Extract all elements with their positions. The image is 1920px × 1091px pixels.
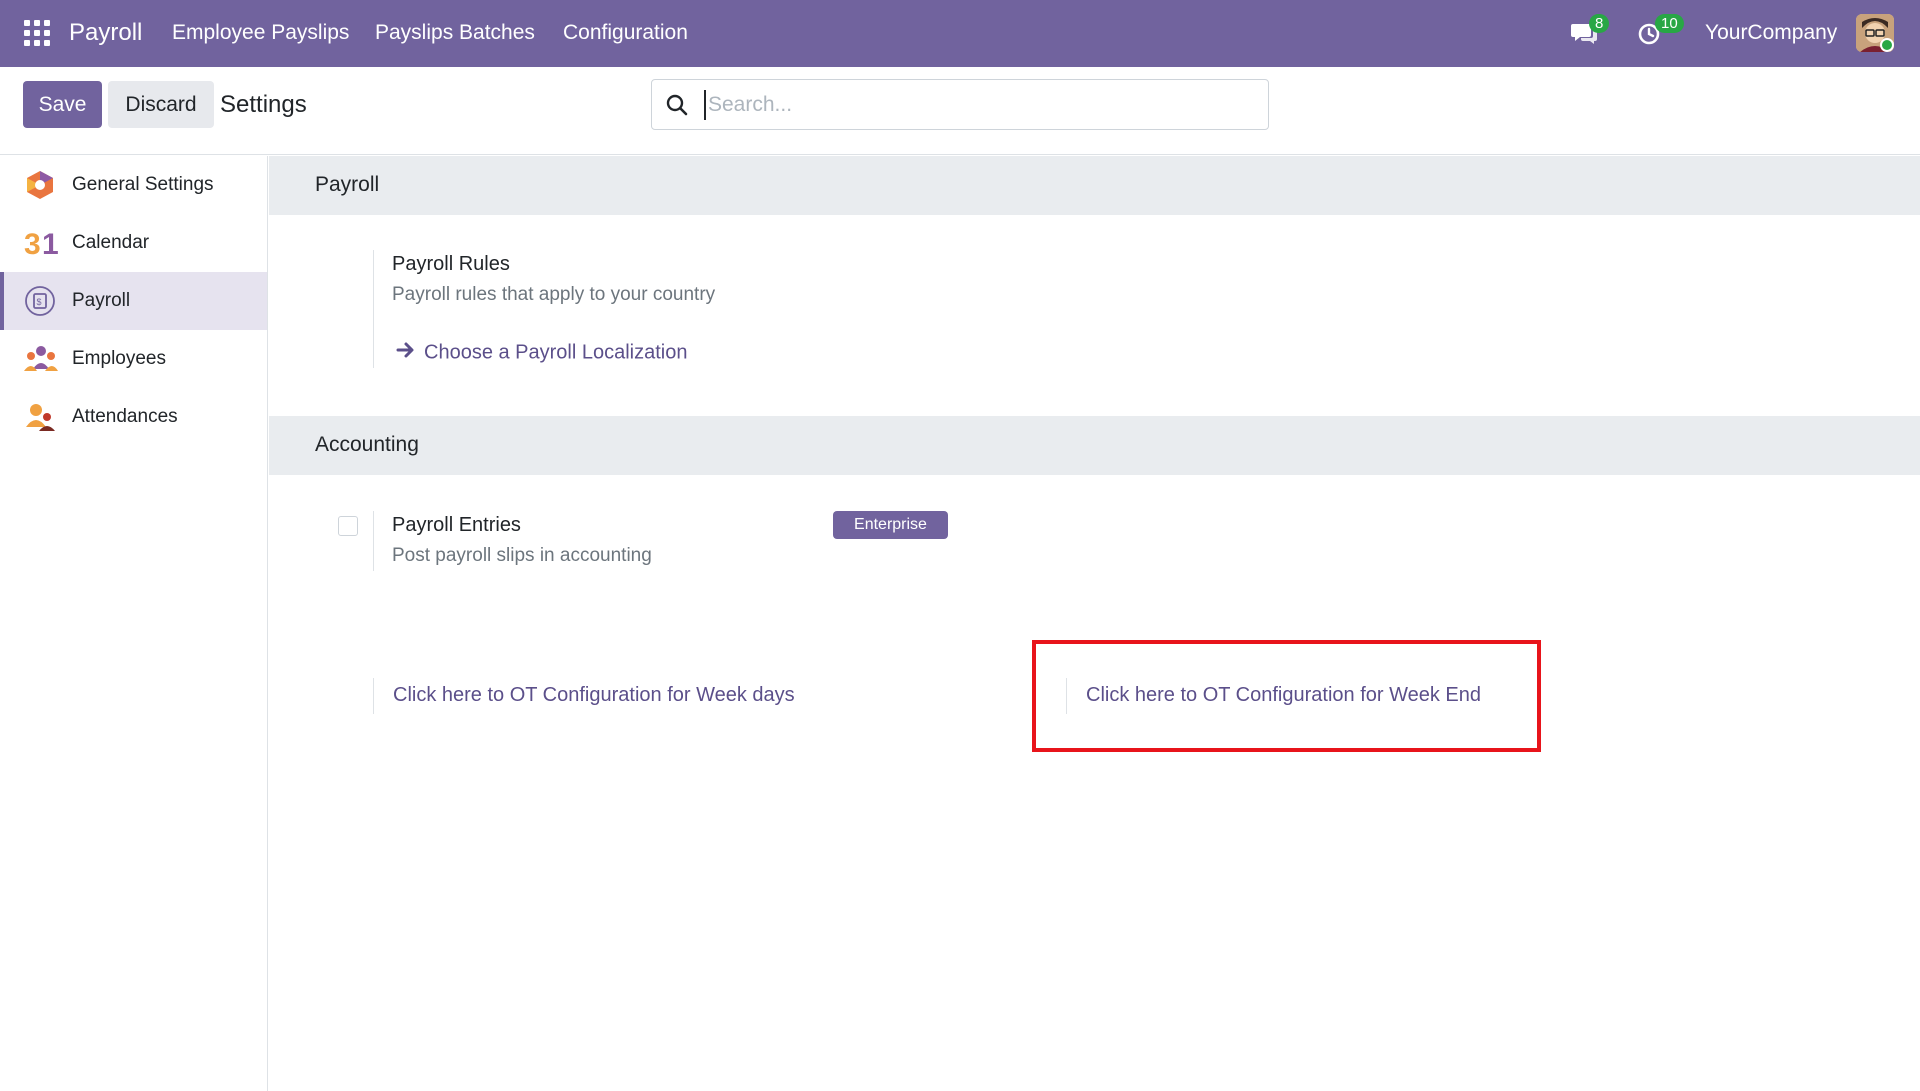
- search-icon: [666, 94, 688, 116]
- employees-icon: [24, 343, 58, 375]
- svg-text:1: 1: [42, 228, 58, 258]
- online-status-indicator: [1880, 38, 1894, 52]
- sidebar-item-calendar[interactable]: 3 1 Calendar: [0, 214, 267, 272]
- top-navbar: Payroll Employee Payslips Payslips Batch…: [0, 0, 1920, 67]
- setting-divider: [373, 250, 374, 368]
- section-title: Payroll: [315, 173, 380, 196]
- save-button[interactable]: Save: [23, 81, 102, 128]
- activities-badge: 10: [1655, 14, 1684, 33]
- enterprise-badge[interactable]: Enterprise: [833, 511, 948, 539]
- settings-sidebar: General Settings 3 1 Calendar $ Payroll: [0, 156, 268, 1091]
- app-brand[interactable]: Payroll: [69, 19, 142, 47]
- sidebar-item-label: Employees: [72, 348, 166, 369]
- attendances-icon: [24, 401, 56, 433]
- highlight-box: [1032, 640, 1541, 752]
- messages-icon[interactable]: 8: [1571, 14, 1610, 46]
- payroll-rules-title: Payroll Rules: [392, 253, 510, 275]
- sidebar-item-attendances[interactable]: Attendances: [0, 388, 267, 446]
- sidebar-item-label: General Settings: [72, 174, 214, 195]
- payroll-entries-checkbox[interactable]: [338, 516, 358, 536]
- ot-weekdays-link[interactable]: Click here to OT Configuration for Week …: [393, 684, 795, 707]
- control-panel: Save Discard Settings: [0, 67, 1920, 155]
- sidebar-item-payroll[interactable]: $ Payroll: [0, 272, 267, 330]
- menu-employee-payslips[interactable]: Employee Payslips: [172, 21, 349, 45]
- payroll-entries-title: Payroll Entries: [392, 514, 521, 536]
- choose-localization-link[interactable]: Choose a Payroll Localization: [396, 341, 688, 365]
- menu-configuration[interactable]: Configuration: [563, 21, 688, 45]
- choose-localization-label: Choose a Payroll Localization: [424, 341, 688, 364]
- svg-text:$: $: [37, 297, 42, 307]
- section-title: Accounting: [315, 433, 419, 456]
- sidebar-item-label: Payroll: [72, 290, 131, 311]
- activities-clock-icon[interactable]: 10: [1637, 14, 1684, 46]
- company-switcher[interactable]: YourCompany: [1705, 21, 1837, 45]
- payroll-icon: $: [24, 285, 56, 317]
- general-settings-icon: [24, 169, 56, 201]
- sidebar-item-employees[interactable]: Employees: [0, 330, 267, 388]
- sidebar-item-general-settings[interactable]: General Settings: [0, 156, 267, 214]
- payroll-section-header: Payroll: [269, 156, 1920, 215]
- menu-payslips-batches[interactable]: Payslips Batches: [375, 21, 535, 45]
- apps-grid-icon[interactable]: [24, 20, 50, 46]
- search-box[interactable]: [651, 79, 1269, 130]
- payroll-entries-description: Post payroll slips in accounting: [392, 545, 652, 566]
- accounting-section-header: Accounting: [269, 416, 1920, 475]
- arrow-right-icon: [396, 341, 416, 365]
- calendar-icon: 3 1: [24, 226, 59, 261]
- discard-button[interactable]: Discard: [108, 81, 214, 128]
- setting-divider: [373, 678, 374, 714]
- sidebar-item-label: Attendances: [72, 406, 178, 427]
- page-title: Settings: [220, 91, 307, 118]
- svg-text:3: 3: [24, 228, 41, 258]
- search-input[interactable]: [704, 90, 1244, 120]
- messages-badge: 8: [1589, 14, 1610, 33]
- sidebar-item-label: Calendar: [72, 232, 150, 253]
- setting-divider: [373, 511, 374, 571]
- payroll-rules-description: Payroll rules that apply to your country: [392, 284, 716, 305]
